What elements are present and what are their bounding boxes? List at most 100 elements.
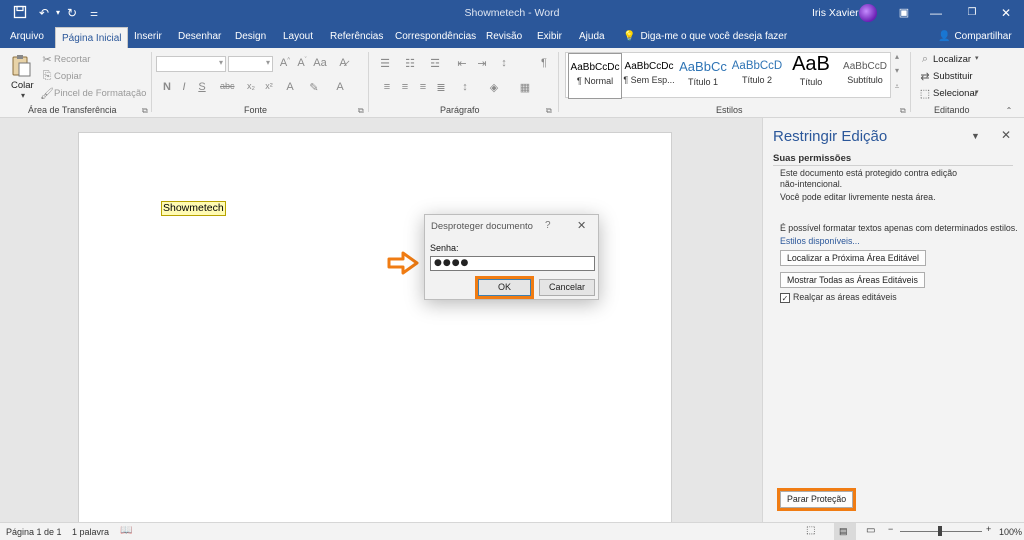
font-color-icon[interactable]: A — [333, 81, 347, 93]
copy-button[interactable]: Copiar — [54, 71, 82, 82]
share-button[interactable]: 👤 Compartilhar — [938, 26, 1012, 48]
minimize-icon[interactable]: — — [928, 5, 944, 21]
tab-pagina-inicial[interactable]: Página Inicial — [55, 27, 129, 48]
font-name-combo[interactable]: ▾ — [156, 56, 226, 72]
increase-indent-icon[interactable]: ⇥ — [475, 57, 489, 70]
tab-revisao[interactable]: Revisão — [484, 26, 524, 48]
format-painter-button[interactable]: Pincel de Formatação — [54, 88, 146, 99]
style-no-spacing[interactable]: AaBbCcDc ¶ Sem Esp... — [622, 53, 676, 99]
align-right-icon[interactable]: ≡ — [416, 81, 430, 93]
highlight-color-icon[interactable]: ✎ — [307, 81, 321, 94]
password-input[interactable]: ●●●● — [430, 256, 595, 271]
web-layout-view-icon[interactable]: ▭ — [866, 525, 875, 536]
close-icon[interactable]: ✕ — [577, 219, 586, 232]
editable-region-text[interactable]: Showmetech — [161, 201, 226, 216]
stop-protection-button[interactable]: Parar Proteção — [776, 488, 857, 511]
close-pane-icon[interactable]: ✕ — [1001, 128, 1011, 142]
protected-text-line1: Este documento está protegido contra edi… — [780, 168, 958, 178]
zoom-in-icon[interactable]: + — [986, 524, 991, 534]
select-button[interactable]: Selecionar — [933, 88, 978, 99]
change-case-icon[interactable]: Aa — [313, 57, 327, 69]
multilevel-list-icon[interactable]: ☲ — [428, 57, 442, 70]
select-dropdown-icon[interactable]: ▾ — [975, 88, 979, 96]
tab-exibir[interactable]: Exibir — [535, 26, 564, 48]
superscript-icon[interactable]: x² — [262, 81, 276, 91]
tab-desenhar[interactable]: Desenhar — [176, 26, 223, 48]
align-left-icon[interactable]: ≡ — [380, 81, 394, 93]
line-spacing-icon[interactable]: ↕ — [458, 81, 472, 93]
styles-launcher-icon[interactable]: ⧉ — [900, 106, 906, 116]
bullets-icon[interactable]: ☰ — [378, 57, 392, 70]
focus-mode-icon[interactable]: ⬚ — [806, 525, 815, 536]
collapse-ribbon-icon[interactable]: ⌃ — [1002, 106, 1016, 115]
tab-design[interactable]: Design — [233, 26, 268, 48]
help-icon[interactable]: ? — [545, 220, 551, 231]
replace-button[interactable]: Substituir — [933, 71, 973, 82]
zoom-level[interactable]: 100% — [999, 527, 1022, 537]
decrease-indent-icon[interactable]: ⇤ — [455, 57, 469, 70]
zoom-slider-thumb[interactable] — [938, 526, 942, 536]
tab-correspondencias[interactable]: Correspondências — [393, 26, 478, 48]
pane-options-icon[interactable]: ▼ — [971, 131, 980, 141]
find-button[interactable]: Localizar — [933, 54, 971, 65]
style-subtitle[interactable]: AaBbCcD Subtítulo — [838, 53, 892, 99]
grow-font-icon[interactable]: A^ — [278, 57, 292, 69]
sort-icon[interactable]: ↕ — [497, 57, 511, 69]
close-window-icon[interactable]: ✕ — [998, 5, 1014, 21]
underline-icon[interactable]: S — [195, 81, 209, 93]
styles-scroll-up-icon[interactable]: ▴ — [890, 52, 904, 61]
available-styles-link[interactable]: Estilos disponíveis... — [780, 236, 860, 246]
shading-icon[interactable]: ◈ — [487, 81, 501, 94]
clipboard-launcher-icon[interactable]: ⧉ — [142, 106, 148, 116]
editing-group-label: Editando — [934, 105, 970, 115]
strikethrough-icon[interactable]: abc — [220, 81, 235, 91]
italic-icon[interactable]: I — [177, 81, 191, 93]
tab-referencias[interactable]: Referências — [328, 26, 385, 48]
show-all-regions-button[interactable]: Mostrar Todas as Áreas Editáveis — [780, 272, 925, 288]
highlight-regions-option[interactable]: ✓ Realçar as áreas editáveis — [780, 292, 897, 303]
proofing-icon[interactable]: 📖 — [120, 525, 132, 536]
ok-button[interactable]: OK — [475, 276, 534, 299]
tab-layout[interactable]: Layout — [281, 26, 315, 48]
restore-icon[interactable]: ❐ — [964, 5, 980, 21]
paste-button[interactable]: Colar — [11, 80, 34, 91]
subscript-icon[interactable]: x₂ — [244, 81, 258, 91]
style-heading-1[interactable]: AaBbCc Título 1 — [676, 53, 730, 99]
style-title[interactable]: AaB Título — [784, 53, 838, 99]
find-dropdown-icon[interactable]: ▾ — [975, 54, 979, 62]
tab-arquivo[interactable]: Arquivo — [8, 26, 46, 48]
find-next-region-button[interactable]: Localizar a Próxima Área Editável — [780, 250, 927, 266]
avatar[interactable] — [859, 4, 877, 22]
styles-more-icon[interactable]: ⩡ — [890, 82, 904, 92]
clear-formatting-icon[interactable]: A̷ — [336, 57, 350, 69]
align-center-icon[interactable]: ≡ — [398, 81, 412, 93]
text-effects-icon[interactable]: A — [283, 81, 297, 93]
tell-me-search[interactable]: 💡 Diga-me o que você deseja fazer — [623, 26, 787, 48]
shrink-font-icon[interactable]: Aˇ — [295, 57, 309, 69]
word-count[interactable]: 1 palavra — [72, 527, 109, 537]
cancel-button[interactable]: Cancelar — [539, 279, 595, 296]
bold-icon[interactable]: N — [160, 81, 174, 93]
user-name[interactable]: Iris Xavier — [812, 7, 859, 19]
font-size-combo[interactable]: ▾ — [228, 56, 273, 72]
highlight-regions-checkbox[interactable]: ✓ — [780, 293, 790, 303]
numbering-icon[interactable]: ☷ — [403, 57, 417, 70]
paragraph-launcher-icon[interactable]: ⧉ — [546, 106, 552, 116]
style-heading-2[interactable]: AaBbCcD Título 2 — [730, 53, 784, 99]
tab-inserir[interactable]: Inserir — [132, 26, 164, 48]
ribbon-display-options-icon[interactable]: ▣ — [896, 5, 912, 21]
zoom-out-icon[interactable]: − — [888, 524, 893, 534]
paste-dropdown-icon[interactable]: ▾ — [21, 91, 25, 100]
show-marks-icon[interactable]: ¶ — [537, 57, 551, 69]
cut-button[interactable]: Recortar — [54, 54, 90, 65]
borders-icon[interactable]: ▦ — [518, 81, 532, 94]
styles-scroll-down-icon[interactable]: ▾ — [890, 66, 904, 75]
style-preview: AaBbCcD — [731, 60, 783, 72]
font-launcher-icon[interactable]: ⧉ — [358, 106, 364, 116]
style-normal[interactable]: AaBbCcDc ¶ Normal — [568, 53, 622, 99]
document-page[interactable]: Showmetech — [78, 132, 672, 524]
tab-ajuda[interactable]: Ajuda — [577, 26, 607, 48]
justify-icon[interactable]: ≣ — [434, 81, 448, 94]
page-count[interactable]: Página 1 de 1 — [6, 527, 62, 537]
paste-icon[interactable] — [10, 54, 32, 77]
